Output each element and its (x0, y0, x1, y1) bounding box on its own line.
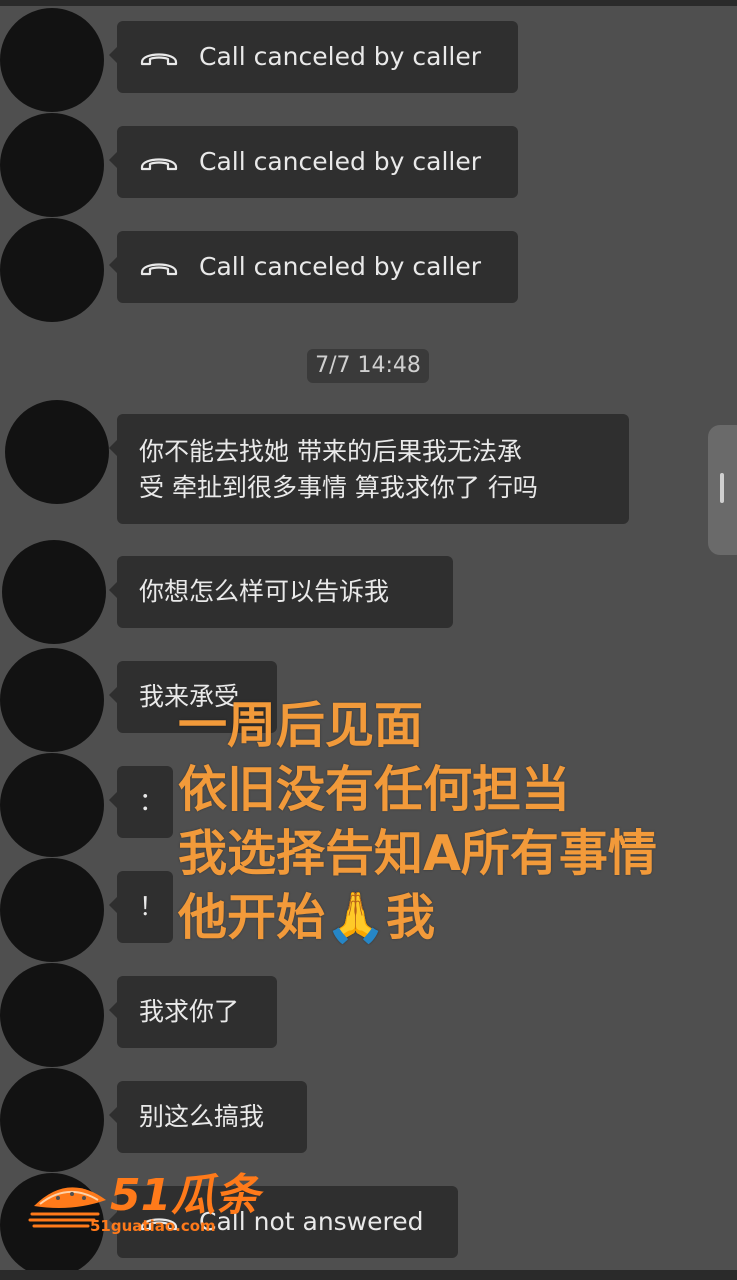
avatar[interactable] (2, 540, 106, 644)
call-status-text: Call canceled by caller (199, 252, 482, 281)
phone-hangup-icon (140, 53, 178, 66)
message-line: 你不能去找她 带来的后果我无法承 (139, 437, 522, 466)
text-message-bubble[interactable]: 你想怎么样可以告诉我 (109, 556, 453, 628)
text-message-bubble[interactable]: 别这么搞我 (109, 1081, 307, 1153)
watermark-url: 51guatiao.com (90, 1217, 216, 1235)
message-text: 你想怎么样可以告诉我 (139, 577, 390, 606)
bottom-bar (0, 1270, 737, 1280)
phone-hangup-icon (140, 158, 178, 171)
avatar[interactable] (0, 218, 104, 322)
avatar[interactable] (0, 963, 104, 1067)
call-status-text: Call canceled by caller (199, 147, 482, 176)
message-line: 受 牵扯到很多事情 算我求你了 行吗 (139, 473, 538, 502)
scrollbar-grip (720, 473, 724, 503)
overlay-caption: 一周后见面 依旧没有任何担当 我选择告知A所有事情 他开始🙏我 (178, 694, 733, 950)
watermark: 51瓜条 51guatiao.com (28, 1168, 259, 1238)
avatar[interactable] (0, 1068, 104, 1172)
text-message-bubble[interactable]: 我求你了 (109, 976, 277, 1048)
phone-hangup-icon (140, 263, 178, 276)
avatar[interactable] (0, 753, 104, 857)
call-message-bubble[interactable]: Call canceled by caller (109, 231, 518, 303)
message-text: ！ (139, 892, 165, 921)
overlay-caption-line: 依旧没有任何担当 (178, 761, 571, 818)
call-status-text: Call canceled by caller (199, 42, 482, 71)
call-message-bubble[interactable]: Call canceled by caller (109, 21, 518, 93)
avatar[interactable] (0, 648, 104, 752)
avatar[interactable] (0, 858, 104, 962)
overlay-caption-line: 一周后见面 (178, 697, 424, 754)
message-text: ： (139, 787, 165, 816)
overlay-caption-line: 我选择告知A所有事情 (178, 825, 657, 882)
call-message-bubble[interactable]: Call canceled by caller (109, 126, 518, 198)
scrollbar-handle[interactable] (708, 425, 737, 555)
message-text: 别这么搞我 (139, 1102, 265, 1131)
top-bar (0, 0, 737, 6)
message-text: 我求你了 (139, 997, 240, 1026)
overlay-caption-line: 他开始🙏我 (178, 889, 436, 946)
avatar[interactable] (5, 400, 109, 504)
avatar[interactable] (0, 8, 104, 112)
text-message-bubble[interactable]: ： (109, 766, 173, 838)
message-text: 你不能去找她 带来的后果我无法承 受 牵扯到很多事情 算我求你了 行吗 (139, 434, 538, 506)
text-message-bubble[interactable]: 你不能去找她 带来的后果我无法承 受 牵扯到很多事情 算我求你了 行吗 (109, 414, 629, 524)
message-timestamp: 7/7 14:48 (307, 349, 429, 383)
avatar[interactable] (0, 113, 104, 217)
text-message-bubble[interactable]: ！ (109, 871, 173, 943)
